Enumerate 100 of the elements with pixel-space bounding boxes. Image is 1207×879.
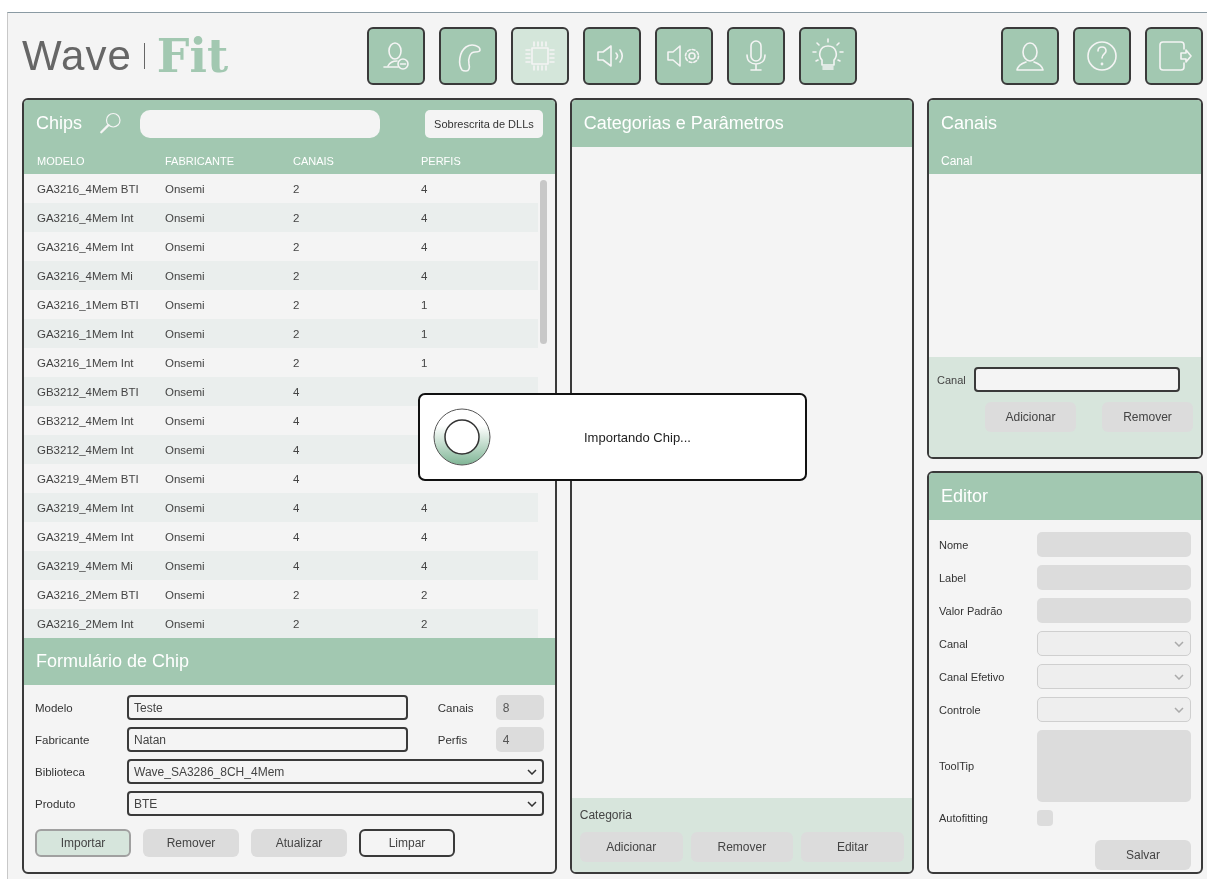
category-button[interactable]: Editar xyxy=(801,832,904,862)
channel-button[interactable]: Adicionar xyxy=(985,402,1076,432)
table-cell-text: GB3212_4Mem Int xyxy=(37,443,135,456)
table-cell-text: Onsemi xyxy=(165,298,206,311)
table-cell-text: 4 xyxy=(421,530,429,543)
toolbar-button[interactable] xyxy=(655,26,713,85)
table-cell-text: 2 xyxy=(293,182,301,195)
table-cell-text: GA3219_4Mem Int xyxy=(37,530,135,543)
form-button[interactable]: Remover xyxy=(143,829,239,857)
text-field[interactable] xyxy=(1037,565,1191,590)
table-cell-text: 2 xyxy=(293,211,301,224)
search-field[interactable] xyxy=(140,109,381,138)
table-cell-text: Onsemi xyxy=(165,559,206,572)
form-button[interactable]: Importar xyxy=(35,829,131,857)
toolbar-button[interactable] xyxy=(1001,26,1059,85)
overwrite-dlls-button[interactable]: Sobrescrita de DLLs xyxy=(425,109,543,138)
field-label: Controle xyxy=(939,703,982,716)
table-cell-text: Onsemi xyxy=(165,443,206,456)
table-cell-text: Onsemi xyxy=(165,385,206,398)
field-label: Modelo xyxy=(35,701,74,714)
column-header: Canal xyxy=(941,153,973,168)
caret-icon xyxy=(526,768,537,775)
table-cell-text: 4 xyxy=(293,443,301,456)
text-field[interactable] xyxy=(1037,598,1191,623)
channel-field[interactable] xyxy=(973,367,1180,392)
toolbar-button[interactable] xyxy=(583,26,641,85)
table-cell-text: Onsemi xyxy=(165,588,206,601)
table-cell-text: GA3216_4Mem Mi xyxy=(37,269,134,282)
category-button[interactable]: Remover xyxy=(690,832,794,862)
table-cell-text: Onsemi xyxy=(165,472,206,485)
column-header: CANAIS xyxy=(293,154,335,167)
table-cell-text: GB3212_4Mem BTI xyxy=(37,385,140,398)
spinner-icon xyxy=(432,407,492,467)
table-cell-text: GA3216_1Mem Int xyxy=(37,356,135,369)
save-button[interactable]: Salvar xyxy=(1095,840,1191,870)
panel-title: Formulário de Chip xyxy=(36,651,190,672)
form-button[interactable]: Limpar xyxy=(359,829,455,857)
table-cell-text: 4 xyxy=(421,501,429,514)
table-cell-text: Onsemi xyxy=(165,501,206,514)
logo-accent-text: Fit xyxy=(156,28,229,83)
field-label: Canal xyxy=(939,637,969,650)
field-label: Valor Padrão xyxy=(939,604,1004,617)
toolbar-button[interactable] xyxy=(1145,26,1203,85)
table-cell-text: 1 xyxy=(421,356,429,369)
table-cell-text: Onsemi xyxy=(165,530,206,543)
scrollbar[interactable] xyxy=(539,180,547,344)
field-label: Canal xyxy=(937,373,966,386)
channels-field[interactable]: 8 xyxy=(495,695,544,720)
toolbar-button[interactable] xyxy=(727,26,785,85)
table-row[interactable]: GA3219_4Mem Mi Onsemi 4 4 xyxy=(24,551,538,580)
toolbar-button[interactable] xyxy=(799,26,857,85)
field-label: Nome xyxy=(939,538,970,551)
toolbar-button[interactable] xyxy=(511,26,569,85)
table-cell-text: GA3216_4Mem Int xyxy=(37,211,135,224)
toolbar-button[interactable] xyxy=(439,26,497,85)
form-button[interactable]: Atualizar xyxy=(251,829,347,857)
panel-title: Canais xyxy=(941,113,998,134)
table-row[interactable]: GA3216_4Mem Mi Onsemi 2 4 xyxy=(24,261,538,290)
table-cell-text: 4 xyxy=(293,559,301,572)
checkbox[interactable] xyxy=(1037,810,1053,826)
channel-button[interactable]: Remover xyxy=(1102,402,1193,432)
table-cell-text: GA3216_2Mem BTI xyxy=(37,588,140,601)
profiles-field[interactable]: 4 xyxy=(495,727,544,752)
table-cell-text: Onsemi xyxy=(165,327,206,340)
table-cell-text: 2 xyxy=(293,327,301,340)
manufacturer-field[interactable]: Natan xyxy=(127,727,408,752)
panel-title: Categorias e Parâmetros xyxy=(583,113,784,134)
field-label: ToolTip xyxy=(939,760,976,772)
table-row[interactable]: GA3216_1Mem Int Onsemi 2 1 xyxy=(24,319,538,348)
table-cell-text: 1 xyxy=(421,327,429,340)
table-cell-text: Onsemi xyxy=(165,356,206,369)
table-cell-text: GA3216_2Mem Int xyxy=(37,617,135,630)
table-cell-text: 4 xyxy=(293,385,301,398)
category-button[interactable]: Adicionar xyxy=(579,832,683,862)
table-cell-text: Onsemi xyxy=(165,617,206,630)
table-cell-text: 4 xyxy=(421,240,429,253)
table-cell-text: 2 xyxy=(421,588,429,601)
table-row[interactable]: GA3216_2Mem Int Onsemi 2 2 xyxy=(24,609,538,638)
table-row[interactable]: GA3216_4Mem Int Onsemi 2 4 xyxy=(24,203,538,232)
library-dropdown[interactable]: Wave_SA3286_8CH_4Mem xyxy=(127,759,544,784)
table-cell-text: GA3219_4Mem BTI xyxy=(37,472,140,485)
table-cell-text: 4 xyxy=(421,559,429,572)
table-cell-text: 1 xyxy=(421,298,429,311)
toolbar-button[interactable] xyxy=(1073,26,1131,85)
table-cell-text: 4 xyxy=(293,530,301,543)
panel-title: Editor xyxy=(941,486,989,507)
text-field[interactable] xyxy=(1037,532,1191,557)
field-label: Produto xyxy=(35,797,77,810)
table-cell-text: 2 xyxy=(293,588,301,601)
table-cell-text: GA3216_4Mem BTI xyxy=(37,182,140,195)
field-label: Autofitting xyxy=(939,812,989,824)
field-label: Canais xyxy=(437,701,475,714)
table-row[interactable]: GA3219_4Mem Int Onsemi 4 4 xyxy=(24,493,538,522)
table-cell-text: Onsemi xyxy=(165,269,206,282)
toolbar-button[interactable] xyxy=(367,26,425,85)
product-dropdown[interactable]: BTE xyxy=(127,791,544,816)
table-cell-text: 4 xyxy=(293,414,301,427)
table-cell-text: 2 xyxy=(293,298,301,311)
model-field[interactable]: Teste xyxy=(127,695,408,720)
caret-icon xyxy=(1174,640,1184,647)
